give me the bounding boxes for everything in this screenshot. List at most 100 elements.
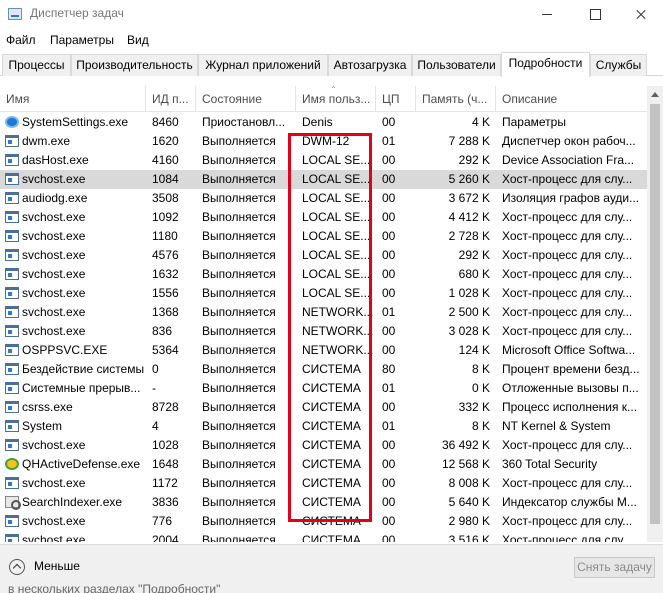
- cell-description: Хост-процесс для слу...: [502, 229, 633, 243]
- cell-name: svchost.exe: [22, 286, 86, 300]
- cell-pid: 1084: [152, 172, 179, 186]
- window-icon: [5, 515, 19, 527]
- menu-file[interactable]: Файл: [6, 33, 36, 47]
- cell-name: QHActiveDefense.exe: [22, 457, 141, 471]
- tab-app-history[interactable]: Журнал приложений: [198, 54, 328, 76]
- cell-description: Хост-процесс для слу...: [502, 172, 633, 186]
- cell-name: dasHost.exe: [22, 153, 89, 167]
- cell-name: csrss.exe: [22, 400, 73, 414]
- tab-strip: Процессы Производительность Журнал прило…: [0, 52, 663, 77]
- cell-memory: 292 K: [458, 248, 490, 262]
- cell-status: Приостановл...: [202, 115, 286, 129]
- cell-status: Выполняется: [202, 495, 276, 509]
- window-icon: [5, 249, 19, 261]
- tab-performance[interactable]: Производительность: [71, 54, 198, 76]
- cell-pid: 2004: [152, 533, 179, 542]
- cell-name: svchost.exe: [22, 248, 86, 262]
- footer-bar: Меньше Снять задачу в нескольких раздела…: [0, 544, 663, 593]
- user-column-highlight: [288, 133, 372, 522]
- vertical-scrollbar[interactable]: [647, 86, 663, 542]
- menu-options[interactable]: Параметры: [50, 33, 114, 47]
- cell-name: svchost.exe: [22, 324, 86, 338]
- cell-cpu: 00: [382, 286, 396, 300]
- cell-user: Denis: [302, 115, 333, 129]
- cell-cpu: 00: [382, 210, 396, 224]
- column-header-memory[interactable]: Память (ч...: [416, 86, 496, 112]
- tab-processes[interactable]: Процессы: [2, 54, 71, 76]
- cell-memory: 36 492 K: [441, 438, 490, 452]
- cell-cpu: 80: [382, 362, 396, 376]
- cell-memory: 332 K: [458, 400, 490, 414]
- cell-memory: 8 008 K: [448, 476, 490, 490]
- cell-memory: 2 728 K: [448, 229, 490, 243]
- cell-memory: 0 K: [471, 381, 490, 395]
- minimize-button[interactable]: [524, 0, 570, 30]
- table-row[interactable]: SystemSettings.exe 8460 Приостановл... Deni…: [0, 113, 647, 132]
- cell-cpu: 01: [382, 419, 396, 433]
- window-icon: [5, 420, 19, 432]
- tab-users[interactable]: Пользователи: [412, 54, 501, 76]
- scroll-up-icon[interactable]: [651, 92, 659, 97]
- menu-view[interactable]: Вид: [127, 33, 149, 47]
- window-icon: [5, 401, 19, 413]
- tab-details[interactable]: Подробности: [501, 52, 590, 77]
- maximize-button[interactable]: [572, 0, 618, 30]
- cell-status: Выполняется: [202, 248, 276, 262]
- cell-name: svchost.exe: [22, 210, 86, 224]
- cell-description: Хост-процесс для слу...: [502, 248, 633, 262]
- cell-description: NT Kernel & System: [502, 419, 611, 433]
- cell-pid: 3508: [152, 191, 179, 205]
- cell-pid: 1632: [152, 267, 179, 281]
- close-button[interactable]: [618, 0, 663, 30]
- cell-pid: 5364: [152, 343, 179, 357]
- cell-memory: 4 412 K: [448, 210, 490, 224]
- cell-pid: 0: [152, 362, 159, 376]
- cell-status: Выполняется: [202, 419, 276, 433]
- shield-icon: [5, 458, 19, 470]
- cell-pid: -: [152, 381, 156, 395]
- cell-status: Выполняется: [202, 362, 276, 376]
- cell-description: Microsoft Office Softwa...: [502, 343, 636, 357]
- window-icon: [5, 211, 19, 223]
- window-icon: [5, 306, 19, 318]
- end-task-button[interactable]: Снять задачу: [574, 557, 655, 578]
- cell-status: Выполняется: [202, 438, 276, 452]
- window-icon: [5, 268, 19, 280]
- menu-bar: Файл Параметры Вид: [0, 30, 663, 52]
- cell-status: Выполняется: [202, 286, 276, 300]
- cell-memory: 2 980 K: [448, 514, 490, 528]
- less-details-label: Меньше: [34, 559, 80, 573]
- cell-status: Выполняется: [202, 153, 276, 167]
- window-icon: [5, 287, 19, 299]
- window-icon: [5, 477, 19, 489]
- table-row[interactable]: svchost.exe 2004 Выполняется СИСТЕМА 00 3 516…: [0, 531, 647, 542]
- cell-cpu: 00: [382, 229, 396, 243]
- chevron-up-icon: [9, 559, 25, 575]
- tab-startup[interactable]: Автозагрузка: [328, 54, 412, 76]
- cell-cpu: 00: [382, 343, 396, 357]
- cell-name: Системные прерыв...: [22, 381, 141, 395]
- window-icon: [5, 344, 19, 356]
- column-header-status[interactable]: Состояние: [196, 86, 296, 112]
- cell-memory: 5 260 K: [448, 172, 490, 186]
- tab-services[interactable]: Службы: [590, 54, 647, 76]
- cell-name: audiodg.exe: [22, 191, 88, 205]
- column-header-name[interactable]: Имя: [0, 86, 146, 112]
- search-icon: [5, 496, 21, 510]
- scroll-thumb[interactable]: [650, 104, 660, 524]
- cell-status: Выполняется: [202, 172, 276, 186]
- table-header: Имя ИД п... Состояние Имя польз... ⌃ ЦП …: [0, 86, 647, 112]
- cell-cpu: 00: [382, 115, 396, 129]
- cell-status: Выполняется: [202, 381, 276, 395]
- cell-description: Хост-процесс для слу...: [502, 438, 633, 452]
- cell-memory: 8 K: [471, 362, 490, 376]
- column-header-description[interactable]: Описание: [496, 86, 647, 112]
- column-header-pid[interactable]: ИД п...: [146, 86, 196, 112]
- cell-pid: 8460: [152, 115, 179, 129]
- gear-icon: [5, 116, 19, 128]
- cell-status: Выполняется: [202, 324, 276, 338]
- column-header-cpu[interactable]: ЦП: [376, 86, 416, 112]
- window-title: Диспетчер задач: [30, 6, 124, 20]
- cell-memory: 292 K: [458, 153, 490, 167]
- cell-name: System: [22, 419, 63, 433]
